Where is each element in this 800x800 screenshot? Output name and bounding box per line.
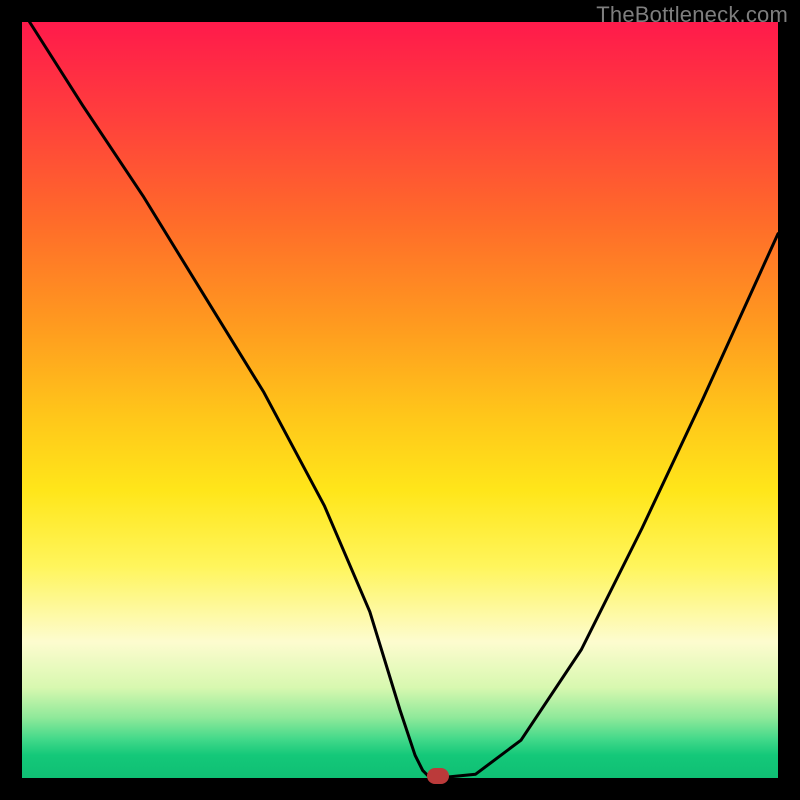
optimum-marker	[427, 768, 449, 784]
plot-area	[22, 22, 778, 778]
bottleneck-curve	[22, 22, 778, 778]
watermark-text: TheBottleneck.com	[596, 2, 788, 28]
chart-stage: TheBottleneck.com	[0, 0, 800, 800]
